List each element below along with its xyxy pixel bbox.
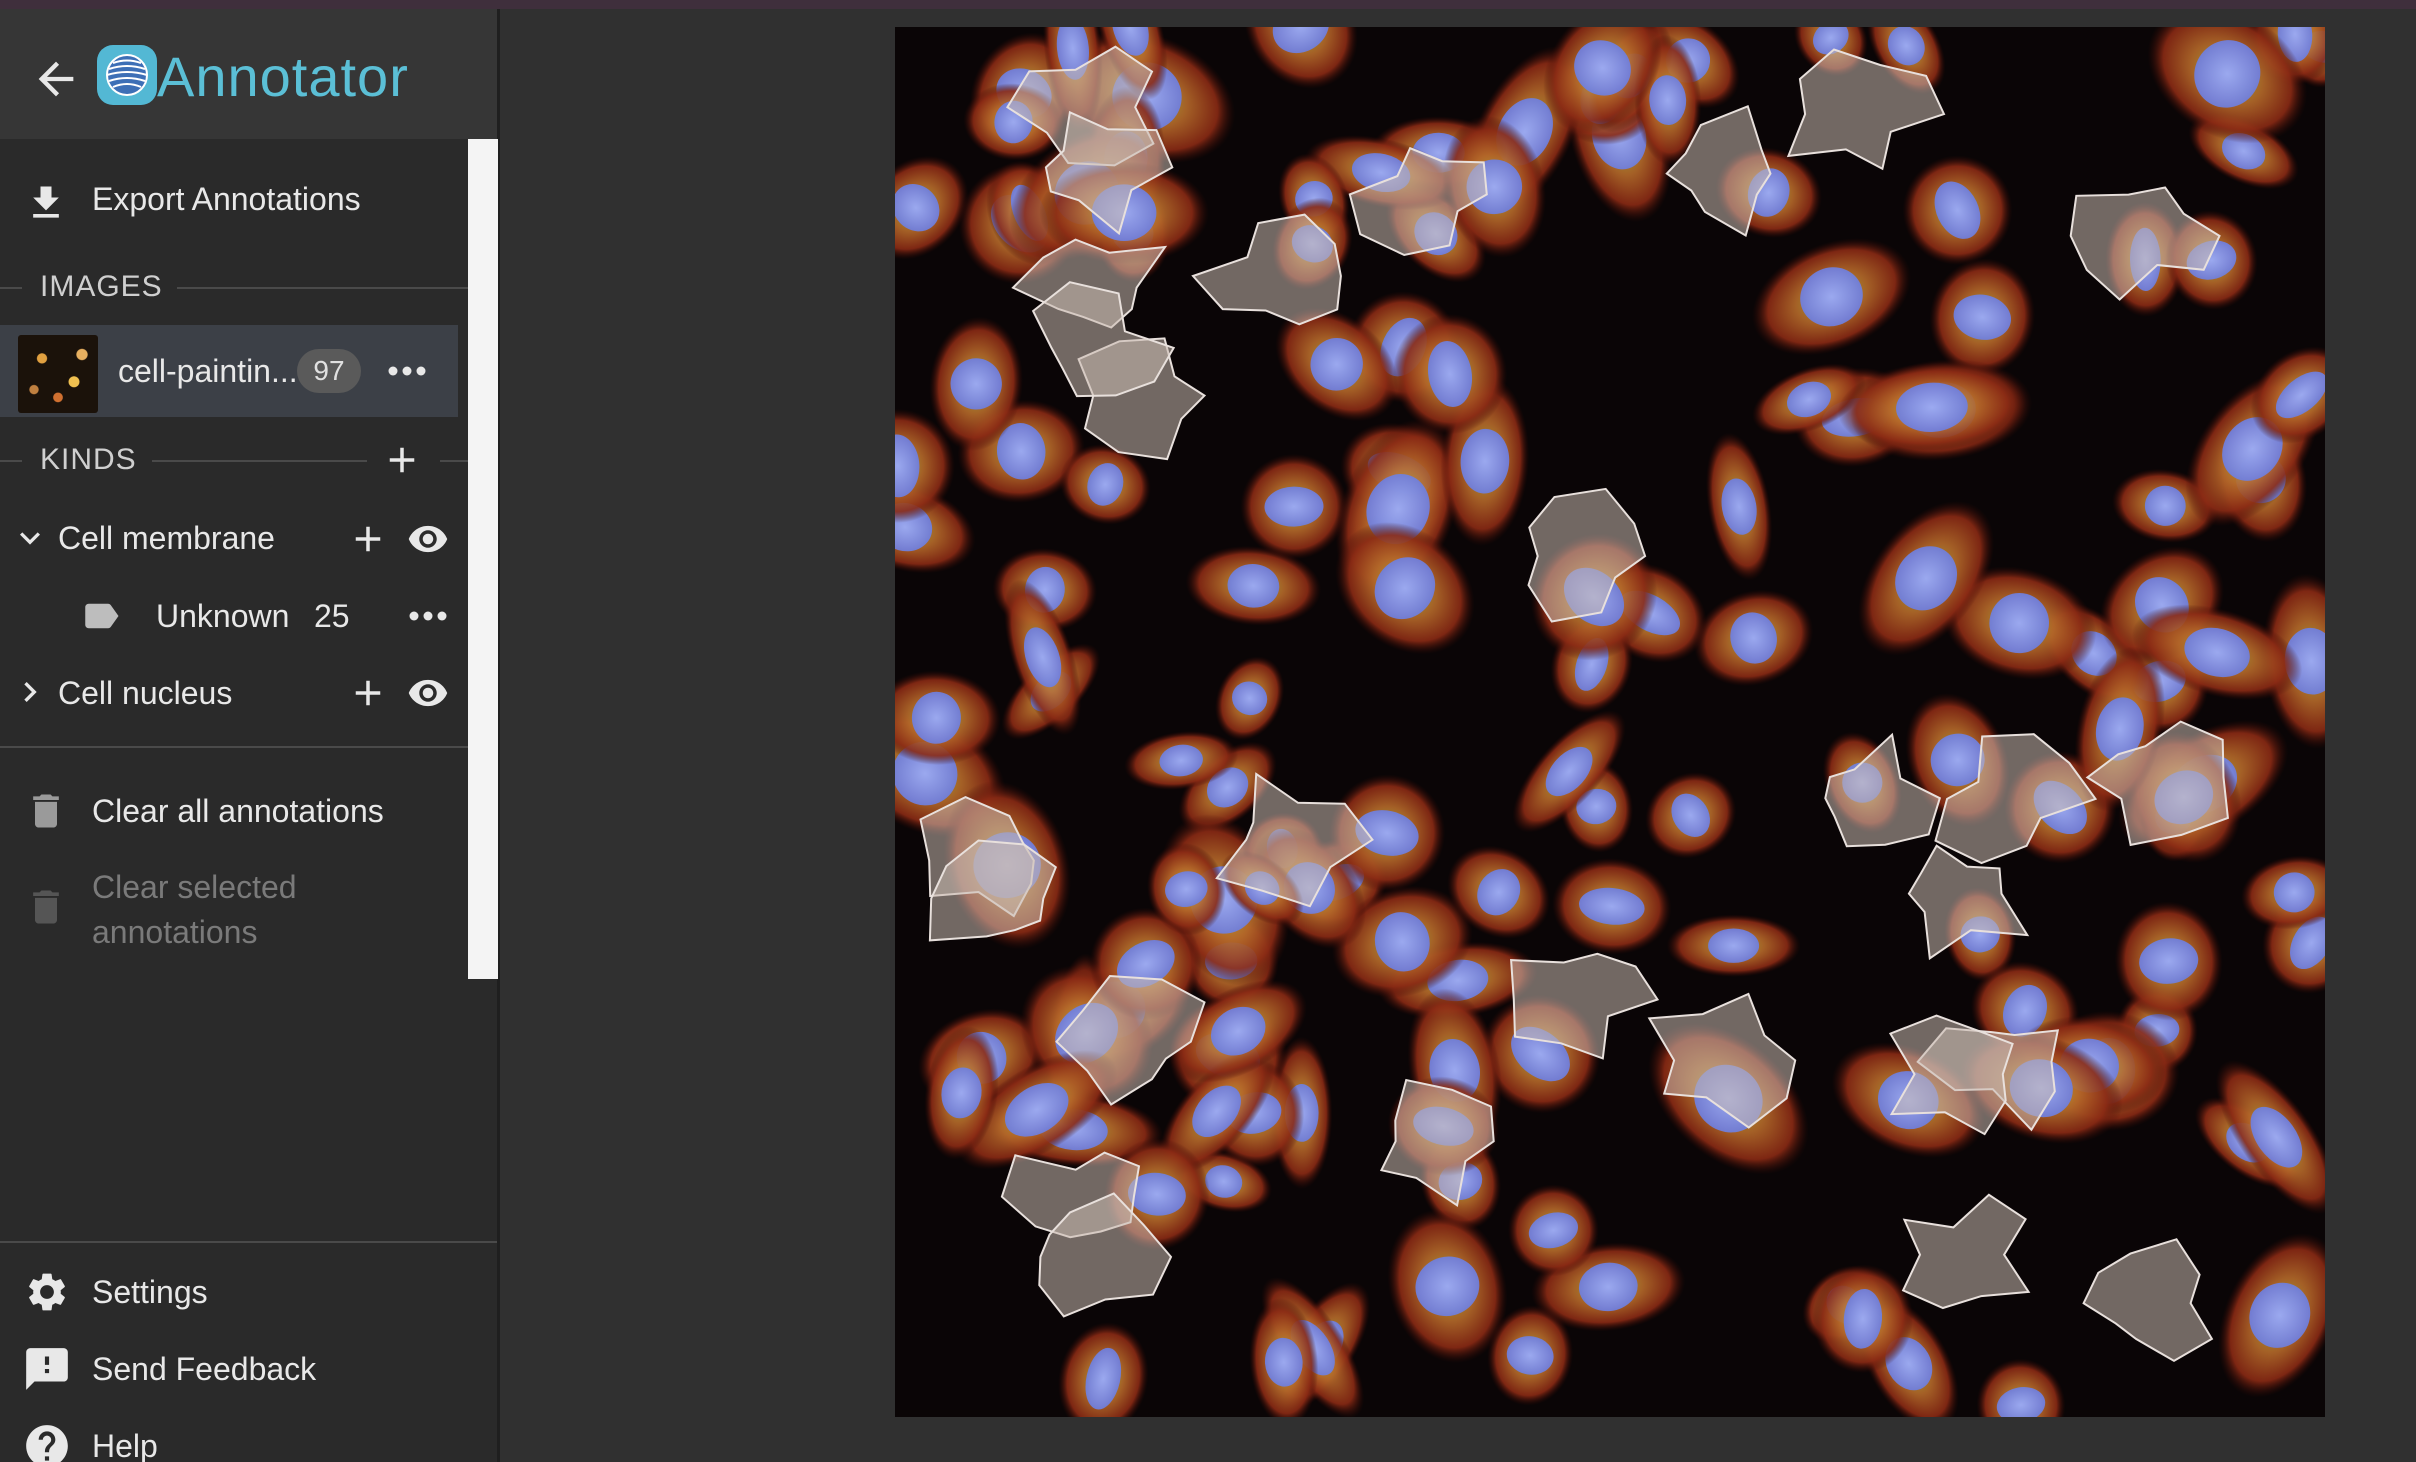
kinds-section-title: KINDS: [40, 443, 137, 476]
kind-label: Cell nucleus: [58, 675, 233, 711]
images-section-title: IMAGES: [40, 270, 163, 303]
clear-all-annotations-label: Clear all annotations: [92, 793, 384, 829]
trash-icon: [33, 794, 59, 828]
cell-nucleus: [1708, 928, 1760, 963]
arrow-back-icon[interactable]: [30, 53, 82, 105]
chevron-down-icon[interactable]: [10, 518, 50, 558]
visibility-eye-icon[interactable]: [405, 672, 451, 714]
add-category-icon[interactable]: [347, 518, 389, 560]
add-kind-icon[interactable]: [381, 439, 423, 481]
send-feedback-label: Send Feedback: [92, 1351, 317, 1387]
more-options-icon[interactable]: [383, 349, 431, 393]
kind-label: Cell membrane: [58, 520, 275, 556]
sidebar-scrollbar[interactable]: [468, 139, 498, 979]
category-label: Unknown: [156, 598, 290, 634]
export-annotations-button[interactable]: Export Annotations: [0, 159, 468, 239]
window-top-strip: [0, 0, 2416, 9]
add-category-icon[interactable]: [347, 672, 389, 714]
app-logo: [97, 45, 157, 105]
kind-item-cell-nucleus[interactable]: Cell nucleus: [0, 663, 468, 723]
settings-label: Settings: [92, 1274, 208, 1310]
divider: [0, 746, 468, 748]
category-count: 25: [314, 598, 350, 634]
globe-icon: [106, 54, 148, 96]
image-thumbnail: [18, 335, 98, 413]
help-button[interactable]: Help: [0, 1415, 468, 1462]
help-label: Help: [92, 1428, 158, 1462]
sidebar: Annotator Export Annotations IMAGES cell…: [0, 9, 500, 1462]
sidebar-header: Annotator: [0, 9, 497, 139]
cell: [1666, 914, 1801, 977]
trash-icon: [33, 890, 59, 924]
annotation-canvas[interactable]: [895, 27, 2325, 1417]
label-tag-icon: [85, 603, 119, 629]
image-list-item[interactable]: cell-paintin... 97: [0, 325, 458, 417]
gear-icon: [29, 1273, 65, 1311]
divider: [0, 460, 22, 462]
image-name: cell-paintin...: [118, 353, 298, 389]
download-icon: [33, 186, 59, 218]
clear-selected-annotations-button[interactable]: Clear selected annotations: [0, 855, 468, 955]
divider: [152, 460, 367, 462]
more-options-icon[interactable]: [404, 594, 452, 638]
divider: [0, 1241, 497, 1243]
category-item-unknown[interactable]: Unknown 25: [0, 586, 468, 646]
chevron-right-icon[interactable]: [10, 672, 50, 712]
divider: [440, 460, 468, 462]
kind-item-cell-membrane[interactable]: Cell membrane: [0, 509, 468, 569]
clear-selected-label-line1: Clear selected: [92, 869, 297, 905]
feedback-icon: [26, 1348, 68, 1390]
send-feedback-button[interactable]: Send Feedback: [0, 1338, 468, 1398]
divider: [0, 287, 22, 289]
app-title: Annotator: [157, 45, 409, 108]
help-icon: [26, 1425, 68, 1462]
export-annotations-label: Export Annotations: [92, 181, 361, 217]
image-annotation-count-badge: 97: [297, 349, 361, 393]
settings-button[interactable]: Settings: [0, 1261, 468, 1321]
divider: [177, 287, 468, 289]
visibility-eye-icon[interactable]: [405, 518, 451, 560]
microscopy-image[interactable]: [895, 27, 2325, 1417]
clear-selected-label-line2: annotations: [92, 914, 258, 950]
clear-all-annotations-button[interactable]: Clear all annotations: [0, 775, 468, 845]
